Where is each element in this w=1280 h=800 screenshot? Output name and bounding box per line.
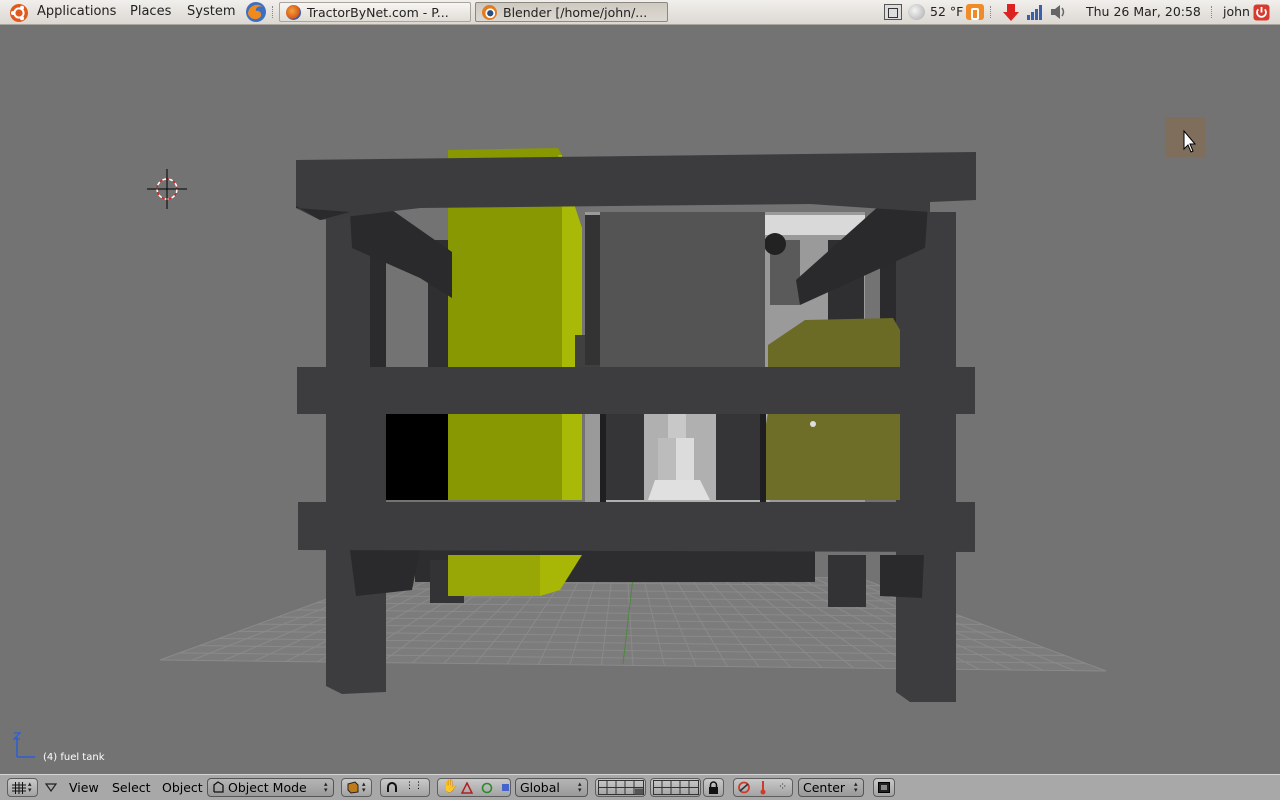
thermometer-icon	[760, 781, 766, 795]
panel-separator	[272, 6, 275, 18]
floor-grid	[159, 573, 1107, 672]
collapse-menus-icon[interactable]	[45, 783, 57, 792]
render-preview-button[interactable]	[873, 778, 895, 797]
ubuntu-logo-icon[interactable]	[9, 3, 29, 23]
layer-buttons-group-2[interactable]	[650, 778, 701, 797]
3d-view-header: ▴ ▾ View Select Object Object Mode ▴ ▾ ▴ ▾ …	[0, 774, 1280, 800]
orientation-label: Global	[520, 780, 560, 795]
rotate-icon	[481, 782, 493, 794]
screenshot-icon[interactable]	[884, 4, 902, 20]
applications-menu[interactable]: Applications	[37, 0, 116, 24]
scale-icon	[502, 784, 509, 791]
view-menu[interactable]: View	[69, 775, 99, 800]
volume-icon[interactable]	[1050, 4, 1068, 20]
magnet-icon	[387, 782, 397, 792]
clock[interactable]: Thu 26 Mar, 20:58	[1086, 0, 1201, 24]
translate-icon	[461, 782, 473, 794]
editor-type-button[interactable]: ▴ ▾	[7, 778, 38, 797]
layer-buttons-group-1[interactable]	[595, 778, 646, 797]
updown-arrows-icon: ▴ ▾	[28, 780, 32, 794]
mode-label: Object Mode	[228, 780, 307, 795]
download-arrow-icon[interactable]	[1002, 3, 1020, 22]
draw-type-button[interactable]: ▴ ▾	[341, 778, 372, 797]
grid-icon	[12, 782, 26, 794]
layer-grid-icon	[653, 780, 699, 795]
scene-render	[12, 117, 1205, 758]
axis-widget-icon	[12, 732, 35, 758]
lock-layers-button[interactable]	[703, 778, 724, 797]
object-mode-icon	[213, 781, 224, 793]
lock-icon	[709, 781, 718, 794]
panel-separator	[1211, 6, 1214, 18]
snap-options-icon: ⋮⋮	[405, 781, 423, 791]
engine-block	[575, 212, 765, 372]
hand-icon: ✋	[442, 779, 459, 794]
user-name[interactable]: john	[1223, 0, 1250, 24]
update-notifier-icon[interactable]	[966, 4, 984, 20]
taskbar-item-label: TractorByNet.com - P...	[307, 5, 449, 20]
places-menu[interactable]: Places	[130, 0, 171, 24]
updown-arrows-icon: ▴ ▾	[578, 780, 582, 794]
updown-arrows-icon: ▴ ▾	[854, 780, 858, 794]
snap-dots-icon: ⁘	[778, 780, 788, 793]
camera-icon	[878, 782, 890, 793]
temperature-readout[interactable]: 52 °F	[930, 0, 963, 24]
blender-icon	[482, 5, 497, 20]
panel-separator	[990, 6, 993, 18]
taskbar-item-label: Blender [/home/john/...	[503, 5, 648, 20]
render-buttons[interactable]: ⁘	[733, 778, 793, 797]
power-icon[interactable]	[1253, 4, 1270, 21]
system-menu[interactable]: System	[187, 0, 235, 24]
solid-shading-icon	[347, 781, 359, 794]
3d-viewport[interactable]: (4) fuel tank	[0, 25, 1280, 774]
manipulator-buttons[interactable]: ✋	[437, 778, 511, 797]
proportional-edit-buttons[interactable]: ⋮⋮	[380, 778, 430, 797]
active-object-label: (4) fuel tank	[43, 752, 105, 763]
layer-grid-icon	[598, 780, 644, 795]
taskbar-blender-window[interactable]: Blender [/home/john/...	[475, 2, 668, 22]
3d-cursor-icon	[147, 169, 187, 209]
firefox-icon	[286, 5, 301, 20]
object-menu[interactable]: Object	[162, 775, 203, 800]
top-panel: Applications Places System TractorByNet.…	[0, 0, 1280, 25]
pivot-label: Center	[803, 780, 846, 795]
weather-cloud-icon	[908, 4, 925, 20]
taskbar-firefox-window[interactable]: TractorByNet.com - P...	[279, 2, 471, 22]
pivot-point-select[interactable]: Center ▴ ▾	[798, 778, 864, 797]
mode-select[interactable]: Object Mode ▴ ▾	[207, 778, 334, 797]
updown-arrows-icon: ▴ ▾	[362, 780, 366, 794]
network-signal-icon[interactable]	[1026, 4, 1044, 20]
select-menu[interactable]: Select	[112, 775, 151, 800]
render-lamp-icon	[738, 781, 750, 794]
transform-orientation-select[interactable]: Global ▴ ▾	[515, 778, 588, 797]
updown-arrows-icon: ▴ ▾	[324, 780, 328, 794]
firefox-launcher-icon[interactable]	[245, 1, 267, 23]
